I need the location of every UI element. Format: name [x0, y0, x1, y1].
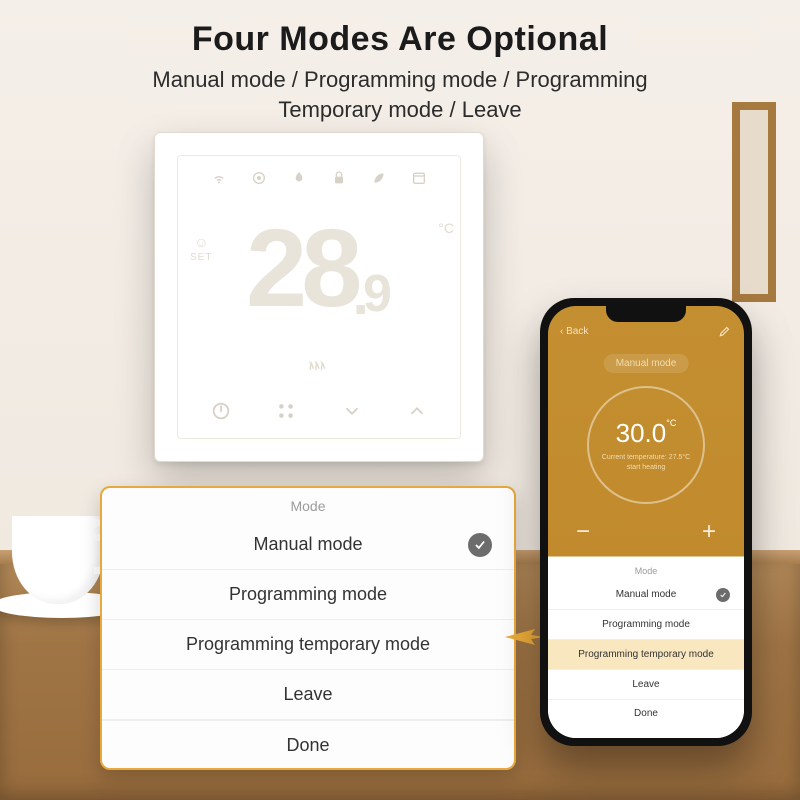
link-arrow-icon — [505, 627, 545, 647]
mode-done-button[interactable]: Done — [102, 720, 514, 768]
phone-mode-tag: Manual mode — [604, 354, 689, 373]
mode-option-manual[interactable]: Manual mode — [102, 520, 514, 570]
down-button[interactable] — [341, 400, 363, 422]
check-icon — [468, 533, 492, 557]
mode-button[interactable] — [275, 400, 297, 422]
subheadline: Manual mode / Programming mode / Program… — [0, 65, 800, 124]
picture-frame — [732, 102, 776, 302]
phone-mode-manual[interactable]: Manual mode — [548, 580, 744, 610]
target-icon — [251, 170, 267, 186]
phone-mode-leave[interactable]: Leave — [548, 670, 744, 700]
mode-option-leave[interactable]: Leave — [102, 670, 514, 720]
phone-back-button[interactable]: ‹ Back — [560, 326, 588, 337]
phone-mode-programming[interactable]: Programming mode — [548, 610, 744, 640]
mode-option-programming[interactable]: Programming mode — [102, 570, 514, 620]
lock-icon — [331, 170, 347, 186]
schedule-icon — [411, 170, 427, 186]
phone-mockup: ‹ Back Manual mode 30.0°C Current temper… — [540, 298, 752, 746]
up-button[interactable] — [406, 400, 428, 422]
phone-mode-programming-temp[interactable]: Programming temporary mode — [548, 640, 744, 670]
check-icon — [716, 588, 730, 602]
wifi-icon — [211, 170, 227, 186]
mode-card-title: Mode — [102, 488, 514, 520]
mode-option-programming-temp[interactable]: Programming temporary mode — [102, 620, 514, 670]
mode-selection-card: Mode Manual mode Programming mode Progra… — [100, 486, 516, 770]
leaf-icon — [371, 170, 387, 186]
phone-plus-button[interactable]: + — [702, 518, 716, 546]
phone-done-button[interactable]: Done — [548, 700, 744, 727]
flame-icon — [291, 170, 307, 186]
phone-edit-icon[interactable] — [718, 324, 732, 338]
thermostat-panel: ☺ SET °C 28.9 — [154, 132, 484, 462]
phone-minus-button[interactable]: − — [576, 518, 590, 546]
headline: Four Modes Are Optional — [0, 20, 800, 59]
temperature-display: °C 28.9 — [178, 214, 460, 324]
power-button[interactable] — [210, 400, 232, 422]
phone-mode-sheet: Mode Manual mode Programming mode Progra… — [548, 558, 744, 738]
heating-icon — [178, 354, 460, 379]
thermostat-status-icons — [178, 170, 460, 186]
phone-temperature-dial: 30.0°C Current temperature: 27.5°Cstart … — [587, 386, 705, 504]
